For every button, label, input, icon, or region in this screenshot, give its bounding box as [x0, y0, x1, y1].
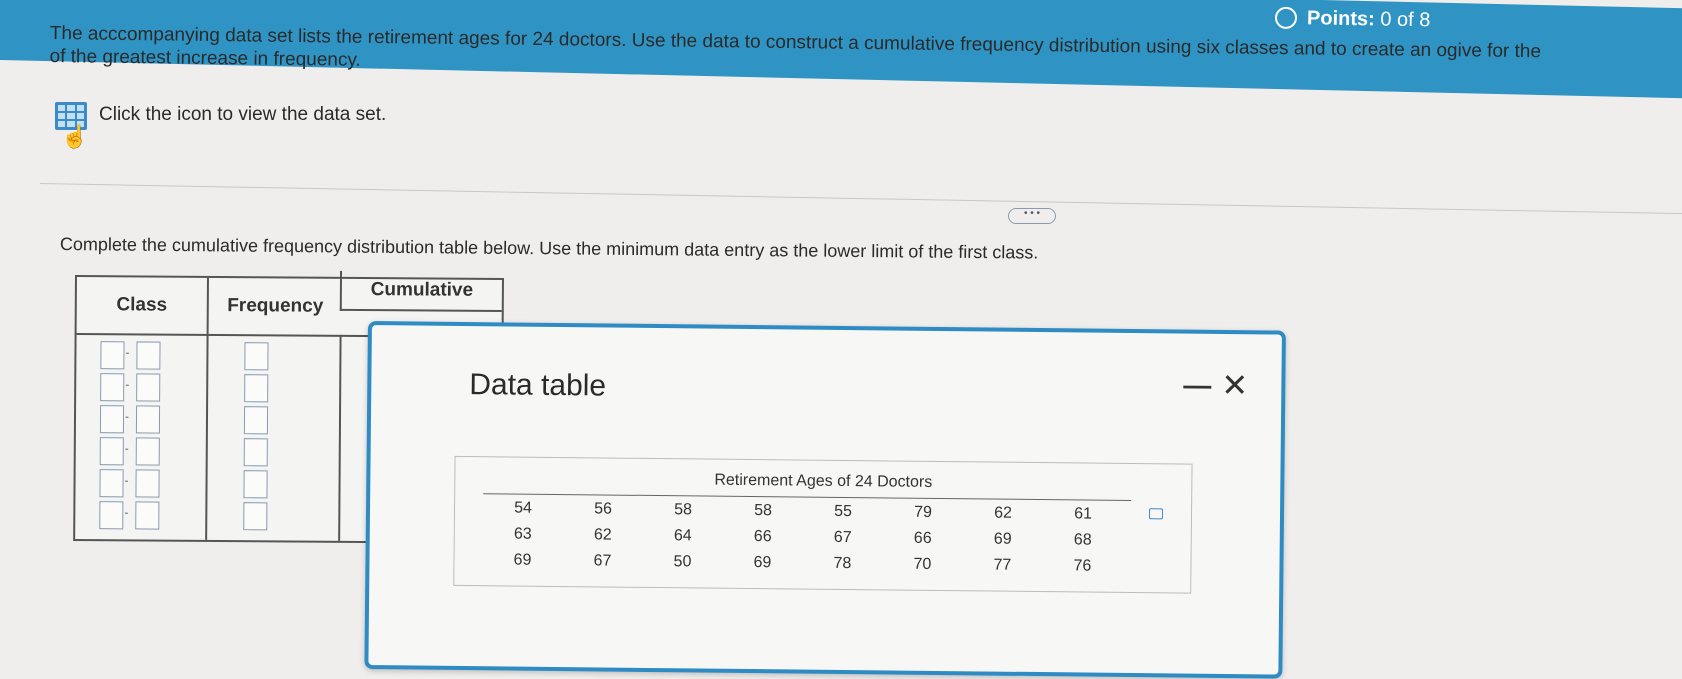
- class-upper-input[interactable]: [135, 405, 161, 434]
- dataset-link-text[interactable]: Click the icon to view the data set.: [99, 104, 386, 126]
- data-cell: 64: [673, 527, 692, 545]
- data-cell: 58: [754, 502, 773, 520]
- header-frequency: Frequency: [206, 277, 342, 335]
- hand-pointer-icon: ☝: [61, 124, 89, 149]
- class-upper-input[interactable]: [136, 373, 161, 402]
- data-cell: 66: [753, 528, 772, 546]
- data-cell: 55: [834, 502, 853, 521]
- data-cell: 66: [913, 529, 932, 547]
- data-cell: 61: [1074, 505, 1092, 523]
- class-dash: -: [124, 473, 129, 488]
- class-upper-input[interactable]: [136, 341, 161, 370]
- class-lower-input[interactable]: [99, 501, 124, 530]
- data-cell: 78: [833, 554, 852, 573]
- class-lower-input[interactable]: [100, 341, 125, 370]
- data-cell: 67: [593, 552, 612, 570]
- class-dash: -: [124, 505, 129, 520]
- data-cell: 67: [833, 528, 852, 547]
- data-grid: 54 56 58 58 55 79 62 61 63 62 64 66 67 66 69 68 69 67 50 69…: [482, 495, 1123, 580]
- popup-title: Data table: [469, 368, 607, 403]
- instruction-text: Complete the cumulative frequency distri…: [59, 234, 1039, 263]
- class-upper-input[interactable]: [135, 469, 160, 498]
- circle-icon: [1274, 6, 1298, 30]
- class-lower-input[interactable]: [99, 437, 124, 466]
- points-indicator: Points: 0 of 8: [1274, 5, 1431, 34]
- copy-icon[interactable]: [1148, 508, 1164, 520]
- more-button[interactable]: • • •: [1008, 208, 1056, 224]
- frequency-input[interactable]: [243, 470, 268, 499]
- frequency-input[interactable]: [243, 406, 269, 435]
- retirement-ages-table: Retirement Ages of 24 Doctors 54 56 58 58 55…: [453, 455, 1193, 594]
- class-dash: -: [124, 441, 129, 456]
- data-cell: 79: [914, 503, 933, 521]
- data-cell: 69: [993, 530, 1012, 548]
- data-cell: 70: [913, 555, 932, 573]
- column-divider: [338, 334, 342, 541]
- table-caption: Retirement Ages of 24 Doctors: [714, 471, 933, 491]
- class-upper-input[interactable]: [135, 437, 160, 466]
- class-dash: -: [125, 345, 130, 360]
- data-cell: 62: [994, 504, 1013, 522]
- data-cell: 50: [673, 553, 692, 571]
- points-value: 0 of 8: [1380, 7, 1431, 31]
- data-cell: 69: [753, 554, 772, 572]
- class-dash: -: [124, 409, 130, 424]
- points-label: Points:: [1306, 6, 1375, 30]
- data-cell: 62: [593, 526, 612, 544]
- data-table-popup: Data table — ✕ Retirement Ages of 24 Doc…: [364, 321, 1286, 679]
- frequency-input[interactable]: [243, 438, 268, 467]
- class-lower-input[interactable]: [99, 469, 124, 498]
- dataset-link-row[interactable]: ☝ Click the icon to view the data set.: [55, 102, 386, 148]
- data-cell: 63: [513, 525, 532, 543]
- frequency-input[interactable]: [244, 342, 269, 371]
- data-cell: 68: [1073, 531, 1092, 549]
- column-divider: [205, 333, 209, 540]
- data-cell: 54: [514, 499, 533, 517]
- header-cumulative: Cumulative: [339, 270, 503, 312]
- class-lower-input[interactable]: [100, 373, 125, 402]
- data-cell: 58: [674, 501, 693, 519]
- close-button[interactable]: ✕: [1221, 366, 1248, 404]
- data-cell: 76: [1073, 557, 1092, 575]
- divider: [39, 183, 1682, 216]
- header-class: Class: [116, 294, 168, 316]
- class-lower-input[interactable]: [99, 405, 125, 434]
- minimize-button[interactable]: —: [1183, 370, 1211, 402]
- data-cell: 69: [513, 551, 532, 569]
- class-upper-input[interactable]: [135, 501, 160, 530]
- data-cell: 77: [993, 556, 1012, 574]
- frequency-input[interactable]: [244, 374, 269, 403]
- class-dash: -: [125, 377, 130, 392]
- data-table-icon[interactable]: ☝: [55, 102, 88, 148]
- frequency-input[interactable]: [243, 502, 268, 531]
- data-cell: 56: [594, 500, 613, 518]
